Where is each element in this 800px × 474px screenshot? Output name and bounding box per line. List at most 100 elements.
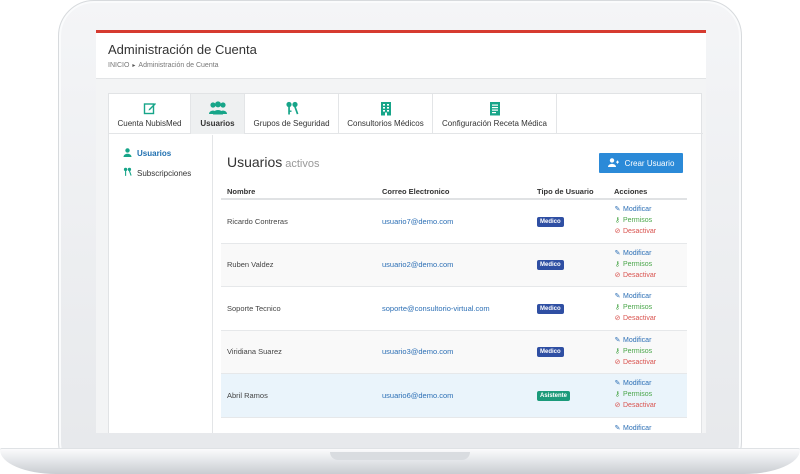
user-type-badge: Medico [537,303,564,314]
modify-link[interactable]: ✎ Modificar [614,205,687,215]
permissions-link[interactable]: ⚷ Permisos [614,216,687,226]
tab-label: Configuración Receta Médica [442,119,547,128]
column-header-acciones: Acciones [614,187,648,196]
tab-usuarios[interactable]: Usuarios [191,94,245,134]
table-header: Nombre Correo Electronico Tipo de Usuari… [221,186,687,200]
permissions-label: Permisos [623,260,653,268]
page-title: Administración de Cuenta [108,42,257,57]
deactivate-label: Desactivar [623,402,657,410]
permissions-link[interactable]: ⚷ Permisos [614,390,687,400]
column-header-correo: Correo Electronico [382,187,450,196]
deactivate-link[interactable]: ⊘ Desactivar [614,271,687,281]
permissions-link[interactable]: ⚷ Permisos [614,303,687,313]
user-email[interactable]: usuario6@demo.com [382,391,453,400]
tab-bar: Cuenta NubisMed Usuarios Grupos de Segur… [109,94,703,134]
user-type-badge: Medico [537,216,564,227]
table-row: Ruben Valdez usuario2@demo.com Medico ✎ M… [221,243,687,287]
edit-icon: ✎ [614,380,621,388]
tab-consultorios[interactable]: Consultorios Médicos [339,94,433,134]
breadcrumb-home[interactable]: INICIO [108,62,129,69]
edit-icon: ✎ [614,249,621,257]
tab-label: Cuenta NubisMed [117,119,182,128]
breadcrumb: INICIO ▸ Administración de Cuenta [108,62,219,69]
modify-label: Modificar [623,249,652,257]
modify-link[interactable]: ✎ Modificar [614,249,687,259]
deactivate-link[interactable]: ⊘ Desactivar [614,227,687,237]
permissions-link[interactable]: ⚷ Permisos [614,260,687,270]
ban-icon: ⊘ [614,228,621,236]
user-email[interactable]: soporte@consultorio-virtual.com [382,304,490,313]
permissions-label: Permisos [623,391,653,399]
row-actions: ✎ Modificar ⚷ Permisos ⊘ Desactivar [611,292,687,324]
user-type-badge: Medico [537,347,564,358]
create-user-label: Crear Usuario [624,158,675,168]
users-heading: Usuarios activos [227,154,320,170]
breadcrumb-current: Administración de Cuenta [138,62,219,69]
modify-link[interactable]: ✎ Modificar [614,424,687,434]
modify-label: Modificar [623,293,652,301]
edit-icon: ✎ [614,293,621,301]
users-table: Nombre Correo Electronico Tipo de Usuari… [221,186,687,433]
row-actions: ✎ Modificar ⚷ Permisos ⊘ Desactivar [611,336,687,368]
deactivate-label: Desactivar [623,358,657,366]
deactivate-link[interactable]: ⊘ Desactivar [614,401,687,411]
side-item-subscripciones[interactable]: Subscripciones [109,163,212,183]
modify-link[interactable]: ✎ Modificar [614,379,687,389]
user-email[interactable]: usuario3@demo.com [382,347,453,356]
side-item-label: Usuarios [137,148,172,158]
deactivate-link[interactable]: ⊘ Desactivar [614,314,687,324]
table-row: Ricardo Contreras usuario7@demo.com Medi… [221,200,687,244]
permissions-link[interactable]: ⚷ Permisos [614,347,687,357]
permissions-label: Permisos [623,347,653,355]
user-name: Abril Ramos [227,390,268,400]
edit-icon [143,100,157,116]
tab-grupos-seguridad[interactable]: Grupos de Seguridad [245,94,339,134]
side-item-usuarios[interactable]: Usuarios [109,143,212,163]
create-user-button[interactable]: Crear Usuario [599,153,683,173]
document-icon [489,100,501,116]
modify-label: Modificar [623,206,652,214]
add-user-icon [607,157,619,169]
edit-icon: ✎ [614,206,621,214]
users-panel: Usuarios activos Crear Usuario Nombre Cor… [221,135,695,433]
permissions-label: Permisos [623,304,653,312]
tab-receta-medica[interactable]: Configuración Receta Médica [433,94,557,134]
key-icon: ⚷ [614,304,621,312]
ban-icon: ⊘ [614,271,621,279]
user-email[interactable]: usuario7@demo.com [382,217,453,226]
modify-link[interactable]: ✎ Modificar [614,292,687,302]
app-screen: Administración de Cuenta INICIO ▸ Admini… [96,30,706,433]
table-row: Soporte Tecnico soporte@consultorio-virt… [221,287,687,331]
user-icon [123,147,132,159]
keys-icon [285,100,299,116]
modify-link[interactable]: ✎ Modificar [614,336,687,346]
edit-icon: ✎ [614,424,621,432]
tab-cuenta[interactable]: Cuenta NubisMed [109,94,191,134]
side-menu: Usuarios Subscripciones [109,135,213,433]
user-email[interactable]: usuario2@demo.com [382,260,453,269]
account-card: Cuenta NubisMed Usuarios Grupos de Segur… [108,93,703,433]
user-name: Ruben Valdez [227,260,274,270]
modify-label: Modificar [623,336,652,344]
table-row: Viridiana Suarez usuario3@demo.com Medic… [221,330,687,374]
ban-icon: ⊘ [614,315,621,323]
ban-icon: ⊘ [614,358,621,366]
user-name: Viridiana Suarez [227,347,282,357]
tab-label: Grupos de Seguridad [253,119,330,128]
deactivate-label: Desactivar [623,228,657,236]
user-name: Ricardo Contreras [227,216,288,226]
deactivate-label: Desactivar [623,271,657,279]
laptop-notch [330,452,470,460]
row-actions: ✎ Modificar ⚷ Permisos ⊘ Desactivar [611,379,687,411]
column-header-tipo: Tipo de Usuario [537,187,594,196]
key-icon: ⚷ [614,217,621,225]
laptop-mockup: Administración de Cuenta INICIO ▸ Admini… [0,0,800,474]
deactivate-link[interactable]: ⊘ Desactivar [614,358,687,368]
users-icon [208,100,228,116]
key-icon: ⚷ [614,391,621,399]
user-type-badge: Asistente [537,390,571,401]
key-icon: ⚷ [614,260,621,268]
page-header: Administración de Cuenta INICIO ▸ Admini… [96,33,706,79]
row-actions: ✎ Modificar ⚷ Permisos ⊘ Desactivar [611,205,687,237]
deactivate-label: Desactivar [623,315,657,323]
